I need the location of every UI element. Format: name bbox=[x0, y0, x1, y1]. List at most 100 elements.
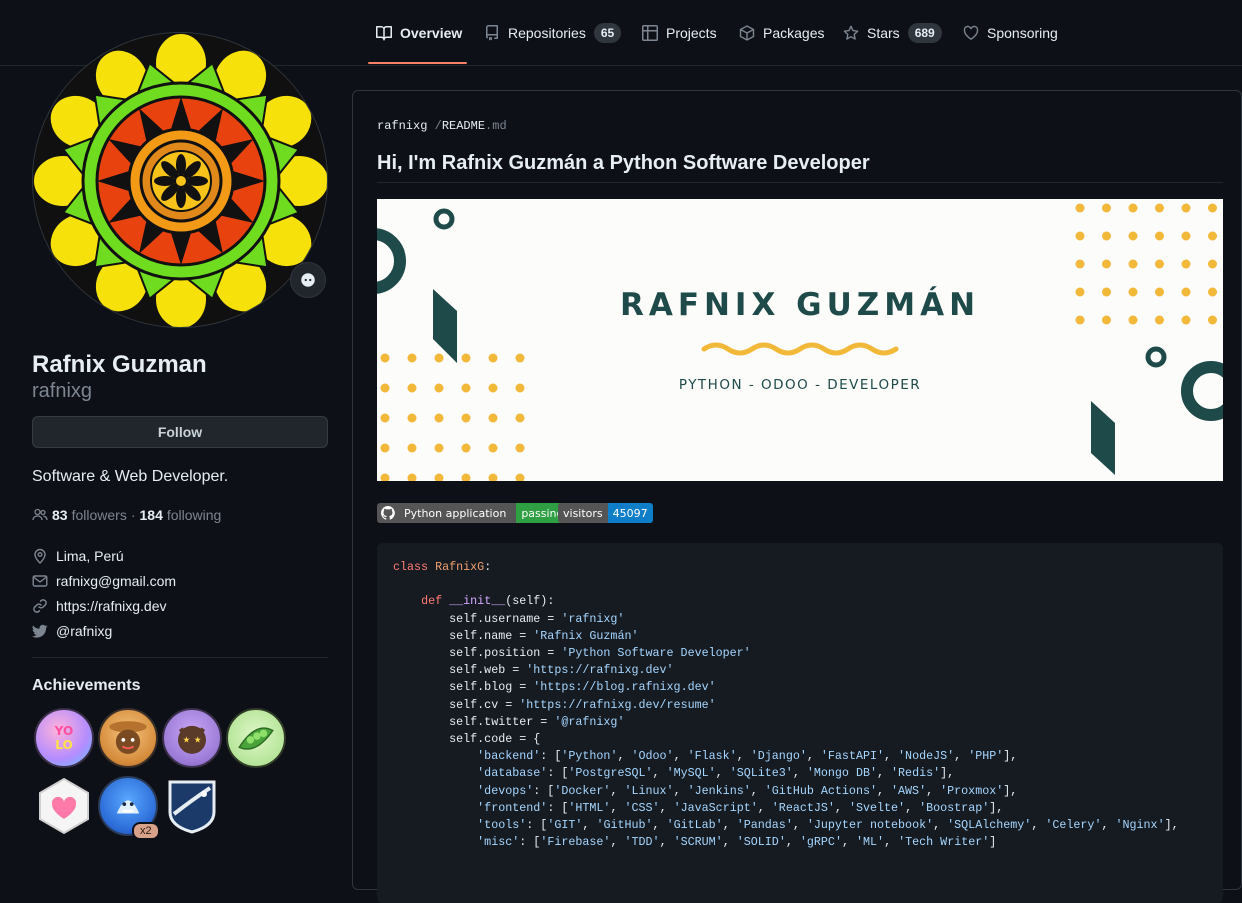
banner-dot bbox=[407, 413, 417, 423]
banner-dot bbox=[407, 473, 417, 481]
achievement-starstruck[interactable]: ★ ★ bbox=[162, 708, 222, 768]
banner-dot bbox=[380, 443, 390, 453]
twitter-item[interactable]: @rafnixg bbox=[32, 623, 112, 639]
banner-dot bbox=[488, 473, 498, 481]
banner-dot bbox=[461, 443, 471, 453]
twitter-link[interactable]: @rafnixg bbox=[56, 623, 112, 639]
banner-dot bbox=[461, 413, 471, 423]
email-item[interactable]: rafnixg@gmail.com bbox=[32, 573, 176, 589]
achievement-pull-shark[interactable]: x2 bbox=[98, 776, 160, 840]
website-link[interactable]: https://rafnixg.dev bbox=[56, 598, 167, 614]
following-count: 184 bbox=[139, 507, 163, 523]
divider bbox=[32, 657, 328, 658]
tab-label: Overview bbox=[400, 25, 463, 41]
code-line: 'tools': ['GIT', 'GitHub', 'GitLab', 'Pa… bbox=[477, 818, 1179, 833]
github-icon bbox=[381, 506, 395, 520]
visitors-shield-label: visitors bbox=[558, 503, 608, 523]
code-line: 'devops': ['Docker', 'Linux', 'Jenkins',… bbox=[477, 783, 1018, 798]
breadcrumb-user[interactable]: rafnixg bbox=[377, 119, 427, 133]
location-text: Lima, Perú bbox=[56, 548, 124, 564]
followers-count: 83 bbox=[52, 507, 68, 523]
code-line: self.twitter = '@rafnixg' bbox=[393, 714, 625, 729]
banner-dot bbox=[380, 413, 390, 423]
banner-dot bbox=[434, 443, 444, 453]
breadcrumb-separator: / bbox=[434, 119, 442, 133]
banner-dot bbox=[434, 413, 444, 423]
banner-dot bbox=[1181, 259, 1191, 269]
banner-dot bbox=[1102, 203, 1111, 213]
banner-dot bbox=[1128, 231, 1138, 241]
code-line: self.name = 'Rafnix Guzmán' bbox=[393, 628, 639, 643]
banner-dot bbox=[434, 353, 444, 363]
code-line: self.position = 'Python Software Develop… bbox=[393, 646, 751, 661]
achievement-quickdraw[interactable] bbox=[98, 708, 158, 768]
tab-overview[interactable]: Overview bbox=[376, 0, 462, 66]
achievement-yolo[interactable]: YO LO bbox=[34, 708, 94, 768]
tab-sponsoring[interactable]: Sponsoring bbox=[963, 0, 1058, 66]
visitors-shield[interactable]: visitors 45097 bbox=[558, 503, 653, 523]
banner-dot bbox=[461, 353, 471, 363]
following-label: following bbox=[166, 507, 222, 523]
heart-icon bbox=[963, 25, 979, 41]
tab-label: Projects bbox=[666, 25, 717, 41]
banner-dot bbox=[1128, 259, 1138, 269]
repo-count-badge: 65 bbox=[593, 23, 622, 43]
achievement-heart-on-sleeve[interactable] bbox=[34, 776, 94, 836]
repo-icon bbox=[484, 25, 500, 41]
follow-button[interactable]: Follow bbox=[32, 416, 328, 448]
tab-projects[interactable]: Projects bbox=[642, 0, 717, 66]
banner-dot bbox=[1181, 231, 1191, 241]
tab-label: Packages bbox=[763, 25, 825, 41]
banner-dot bbox=[515, 413, 525, 423]
avatar[interactable] bbox=[32, 32, 328, 328]
achievements-title[interactable]: Achievements bbox=[32, 677, 141, 695]
banner-dot bbox=[1155, 259, 1164, 269]
tab-label: Stars bbox=[867, 25, 900, 41]
email-link[interactable]: rafnixg@gmail.com bbox=[56, 573, 176, 589]
banner-dot bbox=[488, 443, 498, 453]
tab-stars[interactable]: Stars 689 bbox=[843, 0, 942, 66]
banner-dot bbox=[407, 353, 417, 363]
banner-dot bbox=[488, 413, 498, 423]
website-item[interactable]: https://rafnixg.dev bbox=[32, 598, 167, 614]
banner-dot bbox=[434, 473, 444, 481]
banner-dot bbox=[1155, 231, 1164, 241]
banner-dot bbox=[1102, 259, 1111, 269]
profile-login: rafnixg bbox=[32, 380, 93, 402]
code-line: 'misc': ['Firebase', 'TDD', 'SCRUM', 'SO… bbox=[477, 835, 997, 850]
banner-dot bbox=[1208, 231, 1217, 241]
code-line: def __init__(self): bbox=[421, 594, 555, 609]
ci-shield-label-part: Python application bbox=[377, 503, 517, 523]
stars-count-badge: 689 bbox=[907, 23, 942, 43]
svg-text:★: ★ bbox=[183, 735, 191, 745]
achievement-pair-extraordinaire[interactable] bbox=[226, 708, 286, 768]
separator: · bbox=[130, 507, 136, 523]
banner-dot bbox=[1208, 203, 1217, 213]
visitors-shield-count: 45097 bbox=[607, 503, 653, 523]
banner-dot bbox=[1075, 231, 1085, 241]
code-line: 'backend': ['Python', 'Odoo', 'Flask', '… bbox=[477, 749, 1018, 764]
svg-text:★: ★ bbox=[194, 735, 202, 745]
breadcrumb-file[interactable]: README bbox=[442, 119, 485, 133]
tab-packages[interactable]: Packages bbox=[739, 0, 824, 66]
ci-status-shield[interactable]: Python application passing bbox=[377, 503, 569, 523]
followers-label: followers bbox=[71, 507, 127, 523]
active-tab-indicator bbox=[368, 62, 467, 64]
code-line: class RafnixG: bbox=[393, 560, 492, 574]
title-divider bbox=[377, 182, 1223, 183]
followers-link[interactable]: 83 followers bbox=[52, 507, 127, 523]
banner-dot bbox=[488, 353, 498, 363]
profile-name: Rafnix Guzman bbox=[32, 351, 207, 378]
achievement-arctic-code-vault[interactable] bbox=[166, 778, 218, 834]
banner-dot bbox=[1075, 259, 1085, 269]
link-icon bbox=[32, 598, 48, 614]
following-link[interactable]: 184 following bbox=[140, 507, 222, 523]
status-emoji-button[interactable] bbox=[290, 262, 326, 298]
banner-dot bbox=[1155, 203, 1164, 213]
star-icon bbox=[843, 25, 859, 41]
location-icon bbox=[32, 548, 48, 564]
svg-text:YO: YO bbox=[54, 724, 74, 738]
readme-title: Hi, I'm Rafnix Guzmán a Python Software … bbox=[377, 152, 870, 174]
tab-repositories[interactable]: Repositories 65 bbox=[484, 0, 622, 66]
tab-label: Sponsoring bbox=[987, 25, 1058, 41]
